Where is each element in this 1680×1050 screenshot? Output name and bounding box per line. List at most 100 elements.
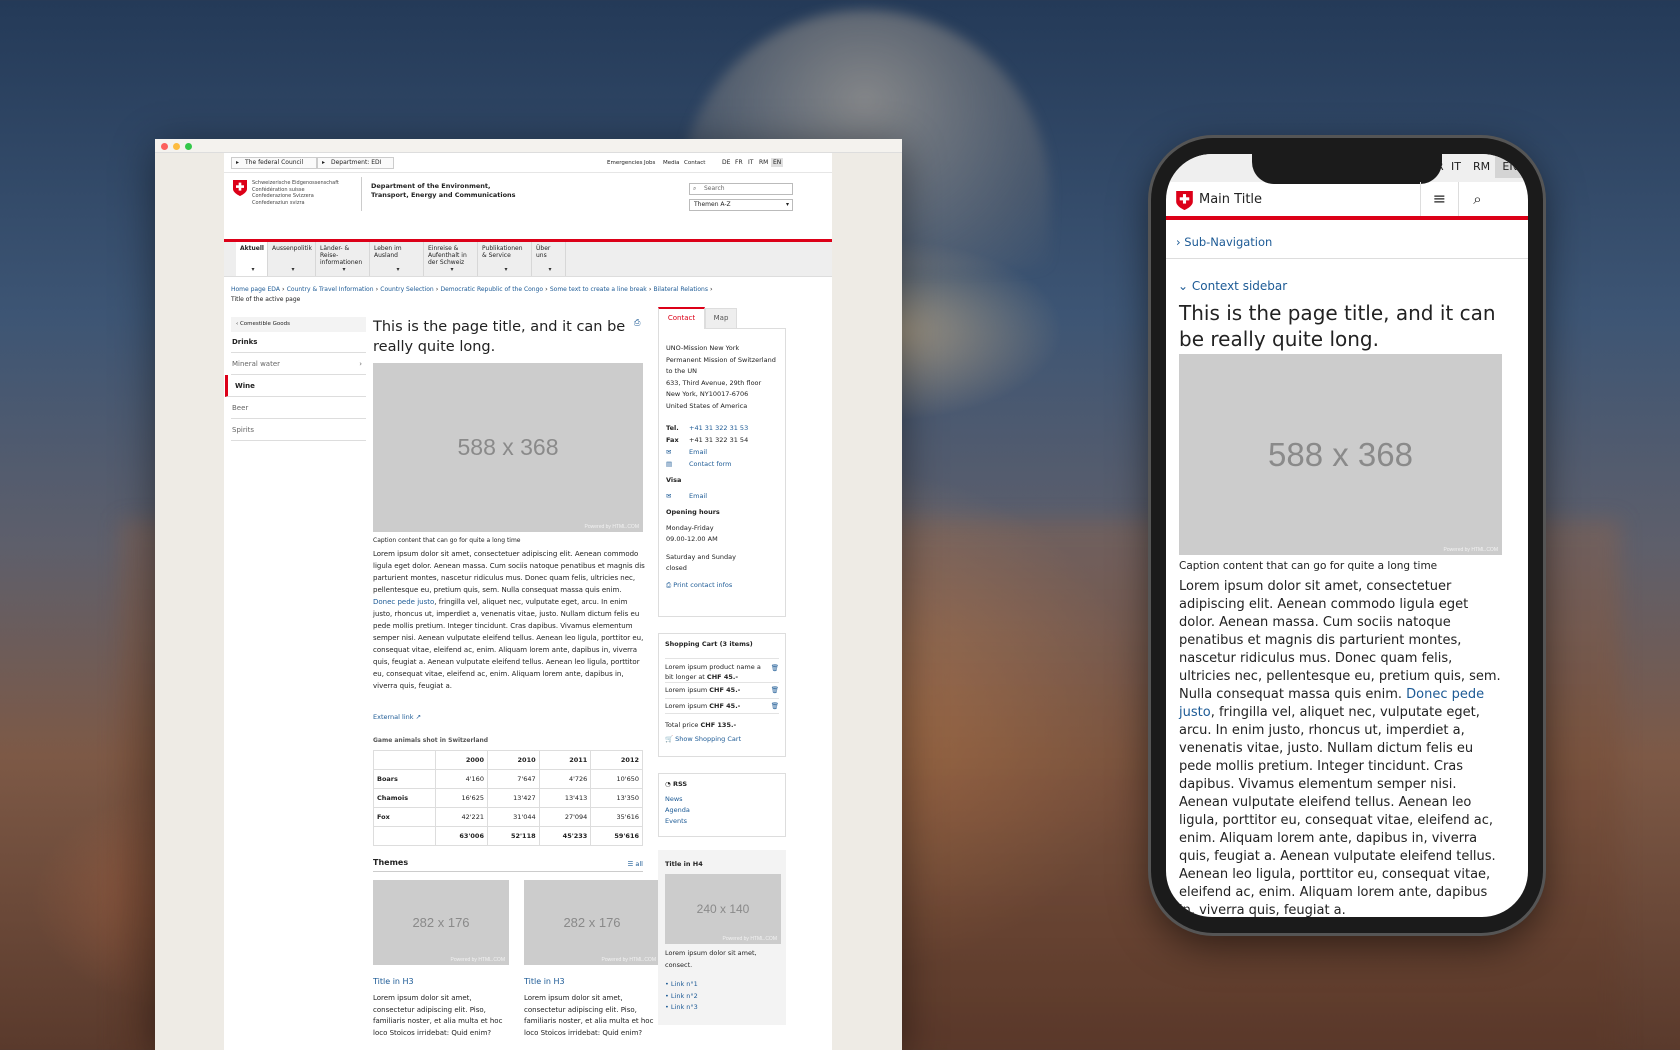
contact-form-link[interactable]: Contact form <box>689 460 732 468</box>
nav-label: Leben im <box>374 245 402 252</box>
department-link[interactable]: ▸ Department: EDI <box>317 157 394 169</box>
print-icon[interactable]: ⎙ <box>634 318 640 328</box>
search-icon[interactable]: ⌕ <box>1458 182 1496 216</box>
browser-window: ▸ The federal Council ▸ Department: EDI Em… <box>155 139 902 1050</box>
tab-map[interactable]: Map <box>705 308 737 329</box>
table-cell: 2000 <box>435 750 488 770</box>
logo-line: Schweizerische Eidgenossenschaft <box>252 180 339 186</box>
themes-all-link[interactable]: ☰ all <box>627 860 643 868</box>
theme-card-text: Lorem ipsum dolor sit amet, consectetur a… <box>524 993 653 1039</box>
cart-item-text: bit longer at <box>665 673 707 681</box>
federal-council-label: The federal Council <box>245 159 304 166</box>
game-animals-table: 2000 2010 2011 2012 Boars 4'160 7'647 4'726 10'… <box>372 750 643 846</box>
h4-link[interactable]: • Link n°3 <box>665 1002 698 1014</box>
lang-rm[interactable]: RM <box>757 158 770 167</box>
lang-it[interactable]: IT <box>746 158 755 167</box>
swiss-shield-logo-icon[interactable] <box>1176 191 1193 210</box>
address-line: United States of America <box>666 401 748 410</box>
breadcrumb-link[interactable]: Democratic Republic of the Congo <box>440 286 543 293</box>
trash-icon[interactable]: 🗑 <box>771 702 779 710</box>
sidebar-item-beer[interactable]: Beer <box>231 397 366 419</box>
lang-it[interactable]: IT <box>1451 160 1461 173</box>
email-icon: ✉ <box>666 448 672 456</box>
nav-label: Aufenthalt in <box>428 252 467 259</box>
nav-tab-aussenpolitik[interactable]: Aussenpolitik ▾ <box>268 242 316 276</box>
table-cell: 4'726 <box>538 769 592 789</box>
theme-card-title[interactable]: Title in H3 <box>524 977 565 986</box>
breadcrumb-link[interactable]: Some text to create a line break <box>550 286 647 293</box>
lang-de[interactable]: DE <box>720 158 732 167</box>
h4-link-label: Link n°3 <box>670 1003 698 1011</box>
nav-tab-publikationen[interactable]: Publikationen & Service ▾ <box>478 242 532 276</box>
rss-agenda-link[interactable]: Agenda <box>665 806 690 814</box>
department-title: Department of the Environment, Transport… <box>371 182 516 200</box>
h4-link-label: Link n°1 <box>670 980 698 988</box>
show-cart-label: Show Shopping Cart <box>675 735 742 743</box>
chevron-down-icon: ⌄ <box>1178 279 1192 293</box>
search-input[interactable]: ⌕ Search <box>689 183 793 195</box>
lang-rm[interactable]: RM <box>1473 160 1490 173</box>
show-cart-link[interactable]: 🛒 Show Shopping Cart <box>665 735 741 743</box>
card-text-line: loco Stoicos irridebat: Quid enim? <box>524 1028 643 1037</box>
table-cell: Chamois <box>372 788 437 808</box>
trash-icon[interactable]: 🗑 <box>771 663 779 673</box>
media-link[interactable]: Media <box>663 160 680 166</box>
phone-header: Main Title ≡ ⌕ <box>1166 182 1528 220</box>
nav-tab-ueber-uns[interactable]: Über uns ▾ <box>532 242 566 276</box>
breadcrumb-link[interactable]: Country & Travel Information <box>287 286 374 293</box>
sidebar-item-spirits[interactable]: Spirits <box>231 419 366 441</box>
theme-card-title[interactable]: Title in H3 <box>373 977 414 986</box>
contact-link[interactable]: Contact <box>684 160 705 166</box>
rss-news-link[interactable]: News <box>665 795 683 803</box>
theme-image-placeholder: 282 x 176 Powered by HTML.COM <box>524 880 660 965</box>
breadcrumb-link[interactable]: Bilateral Relations <box>654 286 708 293</box>
tab-contact[interactable]: Contact <box>658 307 705 329</box>
lang-fr[interactable]: FR <box>733 158 745 167</box>
nav-label: Reise- <box>320 252 339 259</box>
hamburger-menu-icon[interactable]: ≡ <box>1420 182 1458 216</box>
breadcrumb-link[interactable]: Home page EDA <box>231 286 280 293</box>
h4-image-placeholder: 240 x 140 Powered by HTML.COM <box>665 874 781 944</box>
breadcrumb-link[interactable]: Country Selection <box>380 286 433 293</box>
trash-icon[interactable]: 🗑 <box>771 686 779 694</box>
cart-item-text: Lorem ipsum <box>665 686 710 694</box>
sidebar-item-mineral-water[interactable]: Mineral water › <box>231 353 366 375</box>
hours-line: closed <box>666 564 687 572</box>
external-link[interactable]: External link ↗ <box>373 713 421 721</box>
themen-select[interactable]: Themen A-Z ▾ <box>689 199 793 211</box>
federal-council-link[interactable]: ▸ The federal Council <box>231 157 317 169</box>
visa-email-link[interactable]: Email <box>689 492 707 500</box>
address-line: 633, Third Avenue, 29th floor <box>666 378 762 387</box>
h4-link[interactable]: • Link n°2 <box>665 991 698 1003</box>
sidebar-back-link[interactable]: ‹ Comestible Goods <box>231 317 366 332</box>
department-label: Department: EDI <box>331 159 382 166</box>
phone-screen: R IT RM EN Main Title ≡ ⌕ › Sub-Navigati… <box>1166 154 1528 917</box>
body-inline-link[interactable]: Donec pede justo <box>373 598 434 606</box>
table-cell: 13'427 <box>486 788 540 808</box>
nav-tab-laender[interactable]: Länder- & Reise-informationen ▾ <box>316 242 370 276</box>
cart-item: Lorem ipsum CHF 45.- 🗑 <box>665 698 779 714</box>
rss-events-link[interactable]: Events <box>665 817 687 825</box>
print-contact-link[interactable]: ⎙ Print contact infos <box>666 581 732 590</box>
sidebar-item-label: Mineral water <box>232 360 281 368</box>
jobs-link[interactable]: Jobs <box>644 160 655 166</box>
swiss-shield-logo-icon[interactable] <box>233 180 247 196</box>
emergencies-link[interactable]: Emergencies <box>607 160 643 166</box>
maximize-window-button[interactable] <box>185 143 192 150</box>
nav-tab-aktuell[interactable]: Aktuell ▾ <box>236 242 268 276</box>
nav-tab-einreise[interactable]: Einreise & Aufenthalt in der Schweiz ▾ <box>424 242 478 276</box>
email-link[interactable]: Email <box>689 448 707 456</box>
cart-item-price: CHF 45.- <box>706 673 739 681</box>
sub-navigation-toggle[interactable]: › Sub-Navigation <box>1176 235 1272 249</box>
h4-link-list: • Link n°1 • Link n°2 • Link n°3 <box>665 979 698 1014</box>
tel-link[interactable]: +41 31 322 31 53 <box>689 424 748 432</box>
nav-tab-leben[interactable]: Leben im Ausland ▾ <box>370 242 424 276</box>
sidebar-item-wine[interactable]: Wine <box>225 375 366 397</box>
image-size-label: 588 x 368 <box>457 434 559 460</box>
close-window-button[interactable] <box>161 143 168 150</box>
lang-en[interactable]: EN <box>1495 156 1525 178</box>
h4-link[interactable]: • Link n°1 <box>665 979 698 991</box>
minimize-window-button[interactable] <box>173 143 180 150</box>
lang-en[interactable]: EN <box>771 158 784 167</box>
context-sidebar-toggle[interactable]: ⌄ Context sidebar <box>1178 279 1287 293</box>
